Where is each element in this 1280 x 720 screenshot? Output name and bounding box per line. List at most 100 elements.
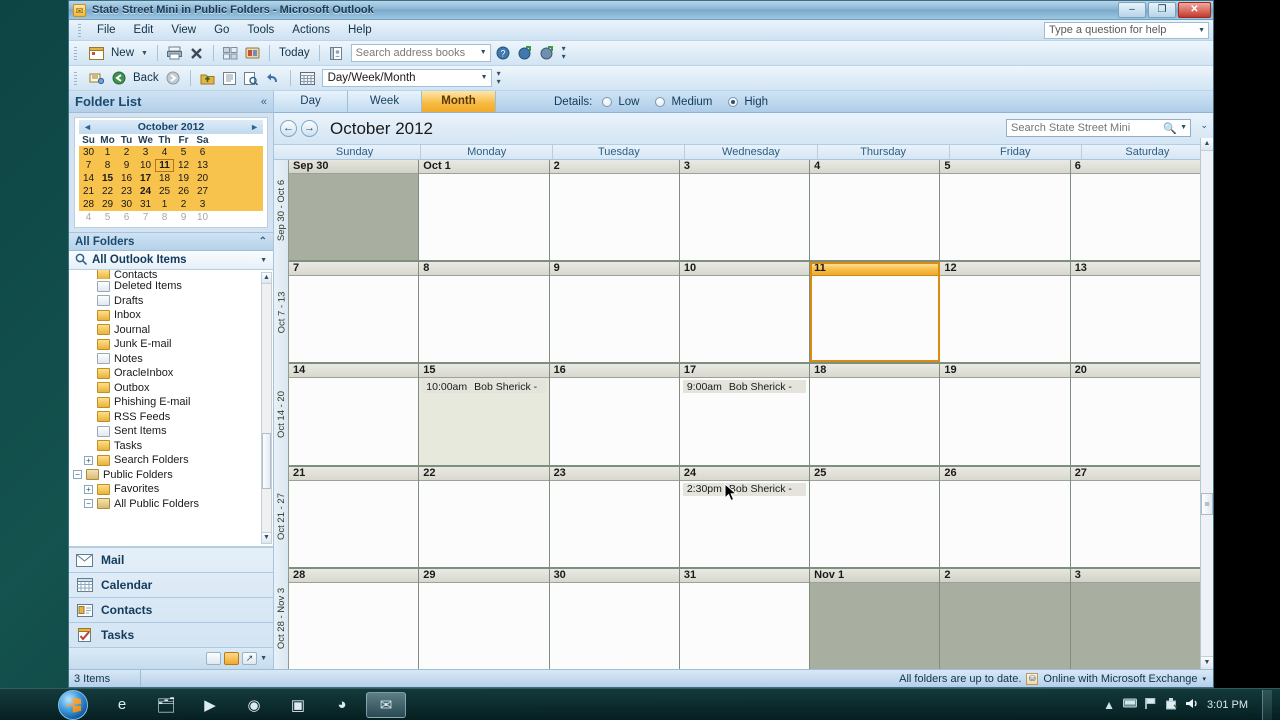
calendar-appointment[interactable]: 10:00am Bob Sherick -	[422, 380, 546, 394]
collapse-icon[interactable]: −	[84, 499, 93, 509]
chevron-down-icon[interactable]: ▼	[480, 49, 487, 56]
calendar-appointment[interactable]: 9:00am Bob Sherick -	[682, 380, 807, 394]
folder-tree-item[interactable]: RSS Feeds	[69, 410, 273, 425]
mini-calendar-week-row[interactable]: 14 15 16 17 18 19 20	[79, 172, 263, 185]
notes-small-icon[interactable]	[206, 652, 222, 665]
calendar-day-body[interactable]	[940, 276, 1070, 363]
mini-calendar-day[interactable]: 27	[193, 185, 212, 198]
mini-calendar-day[interactable]: 19	[174, 172, 193, 185]
mini-calendar-day[interactable]: 12	[174, 159, 193, 172]
network-icon[interactable]	[1123, 697, 1138, 712]
mini-calendar-day[interactable]: 30	[79, 146, 98, 159]
mini-calendar-week-row[interactable]: 21 22 23 24 25 26 27	[79, 185, 263, 198]
taskbar-media-player-icon[interactable]: ▶	[190, 692, 230, 718]
folder-tree-item[interactable]: Junk E-mail	[69, 337, 273, 352]
mini-calendar-week-row[interactable]: 7 8 9 10 11 12 13	[79, 159, 263, 172]
menu-view[interactable]: View	[162, 22, 205, 38]
scroll-thumb[interactable]: ≣	[1201, 493, 1213, 515]
calendar-day-body[interactable]	[289, 174, 419, 261]
calendar-day-body[interactable]	[1070, 378, 1200, 465]
calendar-view-icon[interactable]	[298, 69, 317, 88]
mini-calendar-day[interactable]: 2	[174, 198, 193, 211]
calendar-day-body[interactable]	[1070, 582, 1200, 670]
toolbar2-overflow-button[interactable]: ▾ ▾	[497, 70, 501, 86]
toolbar1-grip[interactable]	[74, 46, 77, 60]
sidebar-item-mail[interactable]: Mail	[69, 547, 273, 572]
calendar-day-body[interactable]	[679, 582, 810, 670]
calendar-appointment[interactable]: 2:30pm Bob Sherick -	[682, 482, 807, 496]
mini-calendar-day[interactable]: 1	[155, 198, 174, 211]
mini-calendar-day[interactable]: 26	[174, 185, 193, 198]
folder-tree-item[interactable]: Sent Items	[69, 424, 273, 439]
reading-pane-icon[interactable]	[220, 69, 239, 88]
folder-up-icon[interactable]	[198, 69, 217, 88]
mini-calendar-day-out[interactable]: 9	[174, 211, 193, 224]
calendar-day-cell[interactable]: 4	[810, 160, 941, 261]
folder-tree-scrollbar[interactable]: ▲ ▼	[261, 272, 272, 544]
mini-calendar-day-out[interactable]: 7	[136, 211, 155, 224]
folder-tree-item[interactable]: Journal	[69, 323, 273, 338]
calendar-day-cell[interactable]: 28	[289, 568, 420, 670]
mini-calendar-day[interactable]: 20	[193, 172, 212, 185]
scroll-up-icon[interactable]: ▲	[1201, 138, 1213, 151]
calendar-day-cell[interactable]: 31	[679, 568, 811, 670]
volume-icon[interactable]	[1185, 697, 1199, 713]
expand-query-builder-icon[interactable]: ⌄	[1200, 120, 1208, 131]
status-connection-text[interactable]: Online with Microsoft Exchange	[1043, 673, 1197, 685]
calendar-day-body[interactable]	[940, 378, 1070, 465]
minimize-button[interactable]: –	[1118, 2, 1146, 18]
maximize-button[interactable]: ❐	[1148, 2, 1176, 18]
sidebar-item-tasks[interactable]: Tasks	[69, 622, 273, 647]
calendar-day-body[interactable]	[289, 276, 419, 363]
folder-tree-item[interactable]: Phishing E-mail	[69, 395, 273, 410]
forward-icon[interactable]	[516, 44, 535, 63]
chevron-down-icon[interactable]: ▼	[481, 74, 488, 81]
calendar-day-cell[interactable]: 8	[419, 262, 550, 363]
toolbar1-overflow-button[interactable]: ▾ ▾	[562, 45, 566, 61]
folder-tree-item[interactable]: Deleted Items	[69, 279, 273, 294]
month-grid[interactable]: Sep 30 - Oct 6 Sep 30 Oct 1 2 3 4 5 6 Oct 7 - 13…	[274, 160, 1213, 670]
mini-calendar-week-row[interactable]: 30 1 2 3 4 5 6	[79, 146, 263, 159]
menu-go[interactable]: Go	[205, 22, 238, 38]
mini-calendar-trailing-row[interactable]: 4 5 6 7 8 9 10	[79, 211, 263, 224]
taskbar-camera-icon[interactable]: ▣	[278, 692, 318, 718]
mini-calendar-day[interactable]: 22	[98, 185, 117, 198]
undo-icon[interactable]	[264, 69, 283, 88]
calendar-day-body[interactable]	[810, 582, 940, 670]
calendar-day-cell[interactable]: 7	[289, 262, 420, 363]
calendar-day-cell[interactable]: 30	[549, 568, 680, 670]
all-outlook-items-selector[interactable]: All Outlook Items ▼	[69, 251, 273, 270]
mini-calendar-day[interactable]: 3	[193, 198, 212, 211]
mini-calendar-day[interactable]: 14	[79, 172, 98, 185]
collapse-pane-icon[interactable]: «	[261, 96, 267, 108]
mini-calendar-day[interactable]: 25	[155, 185, 174, 198]
calendar-day-body[interactable]	[940, 174, 1070, 261]
calendar-day-cell[interactable]: 9	[549, 262, 680, 363]
expand-icon[interactable]: +	[84, 484, 93, 494]
calendar-day-cell[interactable]: 12	[940, 262, 1071, 363]
configure-buttons-chevron-icon[interactable]: ▼	[260, 655, 267, 662]
mini-calendar-day[interactable]: 4	[155, 146, 174, 159]
calendar-day-cell[interactable]: 26	[940, 466, 1071, 567]
mini-calendar-today[interactable]: 11	[155, 159, 174, 172]
calendar-day-cell[interactable]: 13	[1070, 262, 1200, 363]
taskbar-firefox-icon[interactable]: ◕	[322, 692, 362, 718]
radio-high-label[interactable]: High	[744, 96, 768, 108]
safely-remove-icon[interactable]	[1165, 697, 1178, 713]
mini-calendar-day[interactable]: 21	[79, 185, 98, 198]
calendar-day-body[interactable]	[549, 582, 679, 670]
calendar-day-body[interactable]	[419, 174, 549, 261]
previous-month-button[interactable]: ←	[280, 120, 297, 137]
calendar-day-cell[interactable]: 17 9:00am Bob Sherick -	[679, 364, 811, 465]
mini-calendar-day[interactable]: 9	[117, 159, 136, 172]
calendar-day-body[interactable]	[679, 276, 810, 363]
menu-tools[interactable]: Tools	[238, 22, 283, 38]
collapse-icon[interactable]: −	[73, 470, 82, 480]
chevron-down-icon[interactable]: ▼	[260, 257, 267, 264]
radio-medium[interactable]	[655, 96, 666, 107]
calendar-day-cell[interactable]: 27	[1070, 466, 1200, 567]
sidebar-item-contacts[interactable]: Contacts	[69, 597, 273, 622]
mini-calendar-day[interactable]: 7	[79, 159, 98, 172]
calendar-day-cell[interactable]: Sep 30	[289, 160, 420, 261]
calendar-day-body[interactable]	[1070, 480, 1200, 567]
